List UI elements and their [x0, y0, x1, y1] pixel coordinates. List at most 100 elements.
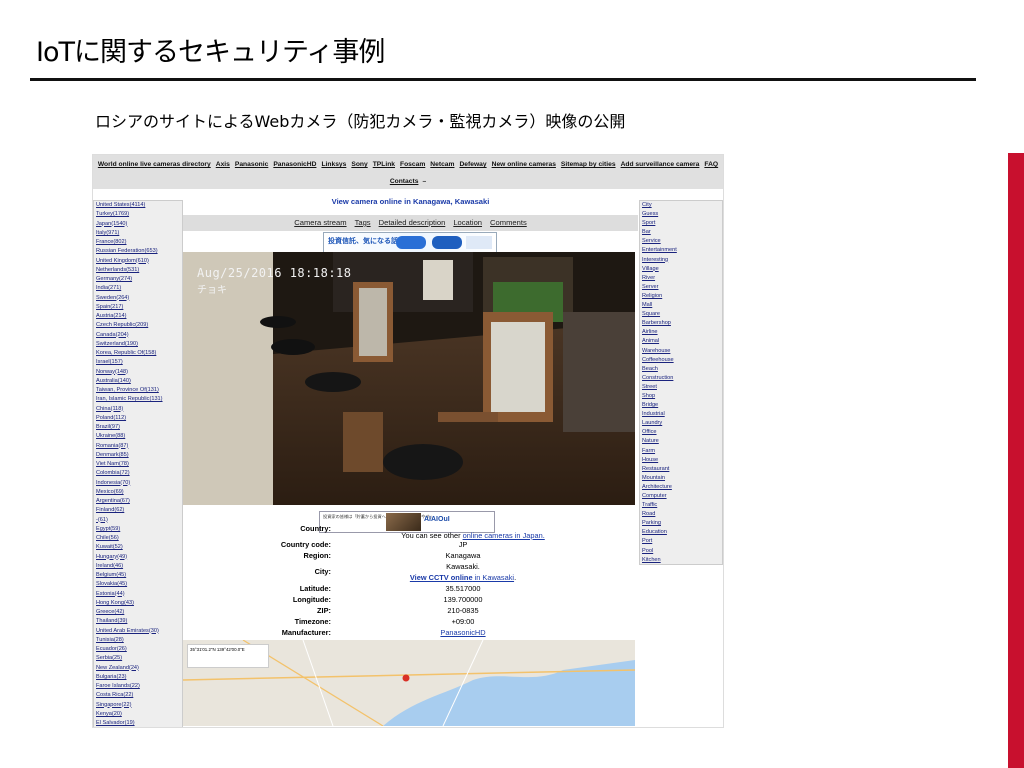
category-link[interactable]: Animal: [642, 337, 722, 346]
nav-link-item[interactable]: Add surveillance camera: [621, 161, 700, 168]
category-link[interactable]: Education: [642, 528, 722, 537]
category-link[interactable]: Mall: [642, 301, 722, 310]
tab-item[interactable]: Tags: [355, 215, 371, 231]
country-link[interactable]: Colombia(72): [96, 469, 182, 478]
nav-link-item[interactable]: Sitemap by cities: [561, 161, 616, 168]
category-link[interactable]: Restaurant: [642, 465, 722, 474]
nav-link-item[interactable]: PanasonicHD: [273, 161, 316, 168]
country-link[interactable]: Belgium(45): [96, 571, 182, 580]
country-link[interactable]: Slovakia(45): [96, 580, 182, 589]
country-link[interactable]: Ukraine(88): [96, 432, 182, 441]
manufacturer-link[interactable]: PanasonicHD: [388, 627, 538, 638]
category-link[interactable]: Laundry: [642, 419, 722, 428]
country-link[interactable]: New Zealand(24): [96, 664, 182, 673]
category-link[interactable]: Traffic: [642, 501, 722, 510]
country-link[interactable]: Korea, Republic Of(158): [96, 349, 182, 358]
country-link[interactable]: Austria(214): [96, 312, 182, 321]
country-link[interactable]: Netherlands(531): [96, 266, 182, 275]
country-link[interactable]: Canada(204): [96, 331, 182, 340]
category-link[interactable]: Computer: [642, 492, 722, 501]
category-link[interactable]: Port: [642, 537, 722, 546]
country-link[interactable]: Faroe Islands(22): [96, 682, 182, 691]
camera-stream-image[interactable]: Aug/25/2016 18:18:18 チョキ: [183, 252, 635, 505]
category-link[interactable]: House: [642, 456, 722, 465]
country-link[interactable]: Taiwan, Province Of(131): [96, 386, 182, 395]
country-link[interactable]: -(61): [96, 516, 182, 525]
category-link[interactable]: Nature: [642, 437, 722, 446]
collapse-icon[interactable]: –: [422, 178, 426, 185]
category-link[interactable]: City: [642, 201, 722, 210]
category-link[interactable]: Interesting: [642, 256, 722, 265]
country-link[interactable]: Bulgaria(23): [96, 673, 182, 682]
country-link[interactable]: Ireland(46): [96, 562, 182, 571]
country-link[interactable]: United Kingdom(610): [96, 257, 182, 266]
category-link[interactable]: Shop: [642, 392, 722, 401]
nav-link-item[interactable]: Defeway: [459, 161, 486, 168]
country-link[interactable]: Turkey(1769): [96, 210, 182, 219]
category-link[interactable]: Bar: [642, 228, 722, 237]
location-map[interactable]: 35°31'01.2"N 139°42'00.0"E: [183, 640, 635, 726]
country-link[interactable]: Thailand(39): [96, 617, 182, 626]
country-link[interactable]: Costa Rica(22): [96, 691, 182, 700]
page-title[interactable]: View camera online in Kanagawa, Kawasaki: [183, 195, 638, 209]
category-link[interactable]: Mountain: [642, 474, 722, 483]
country-link[interactable]: Israel(157): [96, 358, 182, 367]
country-link[interactable]: Viet Nam(78): [96, 460, 182, 469]
country-link[interactable]: Greece(42): [96, 608, 182, 617]
country-link[interactable]: Switzerland(190): [96, 340, 182, 349]
category-link[interactable]: Religion: [642, 292, 722, 301]
category-link[interactable]: Coffeehouse: [642, 356, 722, 365]
category-link[interactable]: River: [642, 274, 722, 283]
country-link[interactable]: Italy(971): [96, 229, 182, 238]
nav-link-item[interactable]: Panasonic: [235, 161, 268, 168]
nav-link-item[interactable]: World online live cameras directory: [98, 161, 211, 168]
tab-item[interactable]: Camera stream: [294, 215, 346, 231]
country-link[interactable]: Iran, Islamic Republic(131): [96, 395, 182, 404]
category-link[interactable]: Airline: [642, 328, 722, 337]
category-link[interactable]: Farm: [642, 447, 722, 456]
category-link[interactable]: Bridge: [642, 401, 722, 410]
country-link[interactable]: Singapore(22): [96, 701, 182, 710]
tab-item[interactable]: Detailed description: [379, 215, 446, 231]
nav-link-item[interactable]: Axis: [216, 161, 230, 168]
category-link[interactable]: Kitchen: [642, 556, 722, 564]
category-link[interactable]: Service: [642, 237, 722, 246]
country-link[interactable]: Spain(217): [96, 303, 182, 312]
country-link[interactable]: France(802): [96, 238, 182, 247]
country-link[interactable]: United Arab Emirates(30): [96, 627, 182, 636]
country-link[interactable]: Poland(112): [96, 414, 182, 423]
country-link[interactable]: Estonia(44): [96, 590, 182, 599]
category-link[interactable]: Parking: [642, 519, 722, 528]
country-link[interactable]: Argentina(67): [96, 497, 182, 506]
country-link[interactable]: United States(4114): [96, 201, 182, 210]
category-link[interactable]: Pool: [642, 547, 722, 556]
country-link[interactable]: China(118): [96, 405, 182, 414]
map-info-panel[interactable]: 35°31'01.2"N 139°42'00.0"E: [187, 644, 269, 668]
category-link[interactable]: Street: [642, 383, 722, 392]
nav-link-item[interactable]: Netcam: [430, 161, 454, 168]
category-link[interactable]: Village: [642, 265, 722, 274]
category-link[interactable]: Architecture: [642, 483, 722, 492]
country-link[interactable]: Denmark(85): [96, 451, 182, 460]
category-link[interactable]: Guess: [642, 210, 722, 219]
country-link[interactable]: Hungary(49): [96, 553, 182, 562]
country-link[interactable]: Norway(148): [96, 368, 182, 377]
country-link[interactable]: Australia(140): [96, 377, 182, 386]
country-link[interactable]: Ecuador(26): [96, 645, 182, 654]
category-link[interactable]: Server: [642, 283, 722, 292]
nav-link-item[interactable]: Linksys: [321, 161, 346, 168]
country-link[interactable]: Hong Kong(43): [96, 599, 182, 608]
country-link[interactable]: Kenya(20): [96, 710, 182, 719]
country-link[interactable]: India(271): [96, 284, 182, 293]
category-link[interactable]: Office: [642, 428, 722, 437]
city-cctv-link[interactable]: View CCTV online: [410, 573, 473, 582]
country-link[interactable]: Finland(62): [96, 506, 182, 515]
nav-link-item[interactable]: FAQ: [704, 161, 718, 168]
country-link[interactable]: Egypt(59): [96, 525, 182, 534]
country-link[interactable]: Indonesia(70): [96, 479, 182, 488]
country-link[interactable]: Japan(1540): [96, 220, 182, 229]
category-link[interactable]: Sport: [642, 219, 722, 228]
country-link[interactable]: Chile(56): [96, 534, 182, 543]
country-link[interactable]: Sweden(264): [96, 294, 182, 303]
country-link[interactable]: Russian Federation(653): [96, 247, 182, 256]
